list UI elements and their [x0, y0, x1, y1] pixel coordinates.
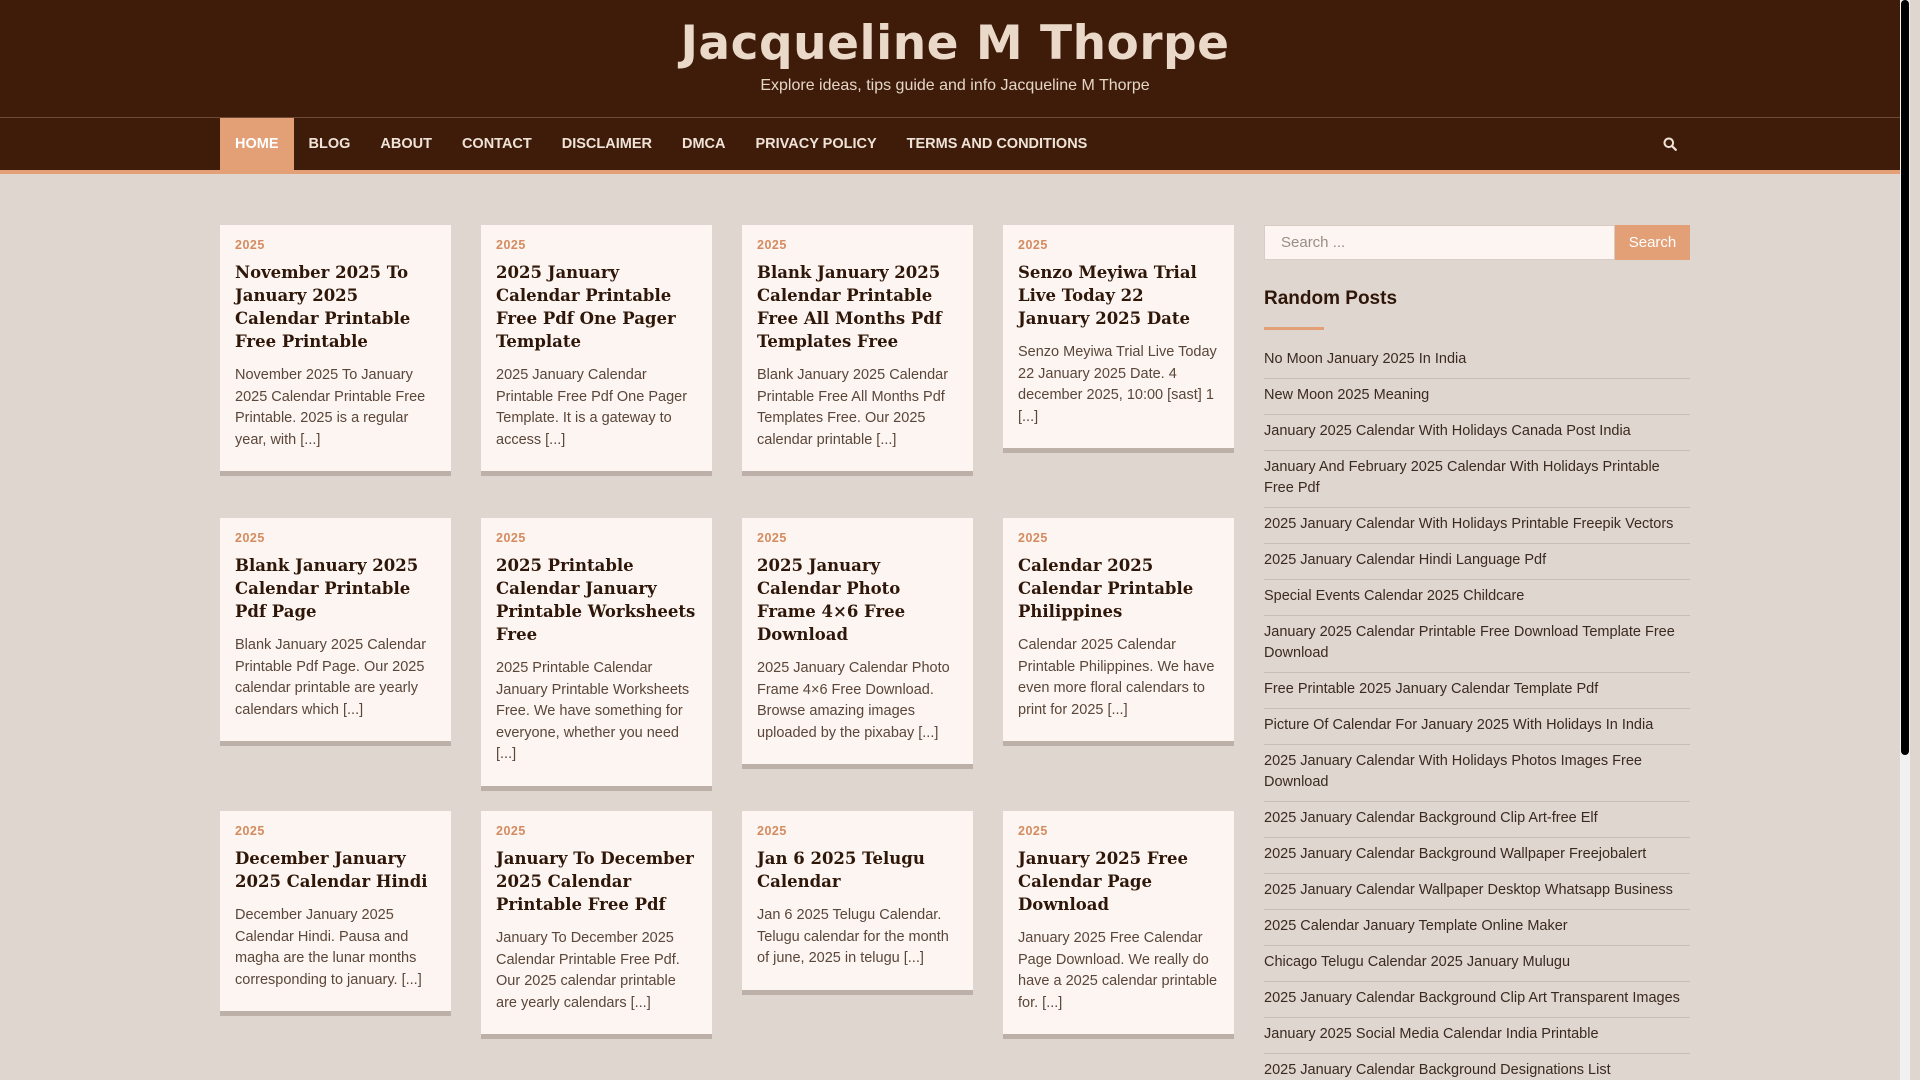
- random-post-link[interactable]: 2025 January Calendar With Holidays Phot…: [1264, 745, 1690, 802]
- random-post-link[interactable]: 2025 January Calendar Background Wallpap…: [1264, 838, 1690, 874]
- post-card: 2025 2025 January Calendar Printable Free…: [481, 225, 712, 476]
- post-title[interactable]: Senzo Meyiwa Trial Live Today 22 January…: [1018, 261, 1219, 330]
- random-post-link[interactable]: Picture Of Calendar For January 2025 Wit…: [1264, 709, 1690, 745]
- random-post-link[interactable]: 2025 January Calendar Background Designa…: [1264, 1054, 1690, 1080]
- random-post-link[interactable]: 2025 January Calendar With Holidays Prin…: [1264, 508, 1690, 544]
- post-excerpt: January 2025 Free Calendar Page Download…: [1018, 930, 1218, 1011]
- random-post-link[interactable]: January And February 2025 Calendar With …: [1264, 451, 1690, 508]
- post-excerpt: Senzo Meyiwa Trial Live Today 22 January…: [1018, 344, 1217, 425]
- post-category[interactable]: 2025: [496, 531, 697, 545]
- random-posts-list: No Moon January 2025 In India New Moon 20…: [1264, 343, 1690, 1080]
- random-post-link[interactable]: 2025 January Calendar Background Clip Ar…: [1264, 802, 1690, 838]
- post-title[interactable]: Blank January 2025 Calendar Printable Fr…: [757, 261, 958, 353]
- scrollbar-thumb[interactable]: [1901, 0, 1909, 755]
- site-title[interactable]: Jacqueline M Thorpe: [0, 0, 1910, 71]
- post-card: 2025 Calendar 2025 Calendar Printable Phi…: [1003, 518, 1234, 746]
- random-post-link[interactable]: New Moon 2025 Meaning: [1264, 379, 1690, 415]
- post-card: 2025 Jan 6 2025 Telugu Calendar Jan 6 2025…: [742, 811, 973, 995]
- random-post-link[interactable]: No Moon January 2025 In India: [1264, 343, 1690, 379]
- post-category[interactable]: 2025: [1018, 238, 1219, 252]
- post-category[interactable]: 2025: [496, 824, 697, 838]
- post-excerpt: Blank January 2025 Calendar Printable Pd…: [235, 637, 427, 718]
- post-title[interactable]: Calendar 2025 Calendar Printable Philipp…: [1018, 554, 1219, 623]
- random-post-link[interactable]: 2025 January Calendar Wallpaper Desktop …: [1264, 874, 1690, 910]
- random-post-link[interactable]: 2025 January Calendar Hindi Language Pdf: [1264, 544, 1690, 580]
- post-category[interactable]: 2025: [1018, 824, 1219, 838]
- nav-item-privacy-policy[interactable]: PRIVACY POLICY: [741, 118, 892, 170]
- random-post-link[interactable]: January 2025 Calendar With Holidays Cana…: [1264, 415, 1690, 451]
- post-title[interactable]: 2025 January Calendar Printable Free Pdf…: [496, 261, 697, 353]
- sidebar-search-input[interactable]: [1264, 225, 1615, 260]
- main-nav: HOME BLOG ABOUT CONTACT DISCLAIMER DMCA PRIVAC…: [0, 118, 1910, 174]
- post-title[interactable]: Jan 6 2025 Telugu Calendar: [757, 847, 958, 893]
- post-category[interactable]: 2025: [235, 238, 436, 252]
- post-card: 2025 November 2025 To January 2025 Calend…: [220, 225, 451, 476]
- search-icon: [1663, 137, 1677, 151]
- nav-search-button[interactable]: [1650, 118, 1690, 170]
- nav-item-dmca[interactable]: DMCA: [667, 118, 741, 170]
- random-post-link[interactable]: January 2025 Social Media Calendar India…: [1264, 1018, 1690, 1054]
- post-card: 2025 December January 2025 Calendar Hindi…: [220, 811, 451, 1016]
- site-tagline: Explore ideas, tips guide and info Jacqu…: [760, 77, 1150, 94]
- post-excerpt: 2025 January Calendar Printable Free Pdf…: [496, 367, 688, 448]
- post-title[interactable]: January To December 2025 Calendar Printa…: [496, 847, 697, 916]
- post-excerpt: November 2025 To January 2025 Calendar P…: [235, 367, 426, 448]
- post-card: 2025 January To December 2025 Calendar Pr…: [481, 811, 712, 1039]
- post-excerpt: December January 2025 Calendar Hindi. Pa…: [235, 907, 422, 988]
- post-excerpt: 2025 January Calendar Photo Frame 4×6 Fr…: [757, 660, 950, 741]
- site-header: Jacqueline M Thorpe Explore ideas, tips …: [0, 0, 1910, 118]
- sidebar: Search Random Posts No Moon January 2025…: [1264, 225, 1690, 1080]
- random-post-link[interactable]: 2025 January Calendar Background Clip Ar…: [1264, 982, 1690, 1018]
- random-post-link[interactable]: Special Events Calendar 2025 Childcare: [1264, 580, 1690, 616]
- post-excerpt: Blank January 2025 Calendar Printable Fr…: [757, 367, 949, 448]
- post-category[interactable]: 2025: [235, 824, 436, 838]
- post-card: 2025 Blank January 2025 Calendar Printabl…: [220, 518, 451, 746]
- post-category[interactable]: 2025: [235, 531, 436, 545]
- post-card: 2025 2025 Printable Calendar January Prin…: [481, 518, 712, 791]
- random-post-link[interactable]: 2025 Calendar January Template Online Ma…: [1264, 910, 1690, 946]
- page-scrollbar[interactable]: [1900, 0, 1910, 1080]
- post-title[interactable]: January 2025 Free Calendar Page Download: [1018, 847, 1219, 916]
- widget-title-underline: [1264, 327, 1324, 330]
- nav-menu: HOME BLOG ABOUT CONTACT DISCLAIMER DMCA PRIVAC…: [220, 118, 1690, 170]
- post-category[interactable]: 2025: [757, 824, 958, 838]
- random-post-link[interactable]: Free Printable 2025 January Calendar Tem…: [1264, 673, 1690, 709]
- post-category[interactable]: 2025: [496, 238, 697, 252]
- nav-item-home[interactable]: HOME: [220, 118, 294, 170]
- post-category[interactable]: 2025: [1018, 531, 1219, 545]
- post-excerpt: 2025 Printable Calendar January Printabl…: [496, 660, 690, 762]
- nav-item-blog[interactable]: BLOG: [294, 118, 366, 170]
- page: Jacqueline M Thorpe Explore ideas, tips …: [0, 0, 1910, 1080]
- post-title[interactable]: November 2025 To January 2025 Calendar P…: [235, 261, 436, 353]
- nav-item-about[interactable]: ABOUT: [365, 118, 447, 170]
- post-category[interactable]: 2025: [757, 531, 958, 545]
- random-post-link[interactable]: January 2025 Calendar Printable Free Dow…: [1264, 616, 1690, 673]
- post-card: 2025 Blank January 2025 Calendar Printabl…: [742, 225, 973, 476]
- post-title[interactable]: 2025 January Calendar Photo Frame 4×6 Fr…: [757, 554, 958, 646]
- post-category[interactable]: 2025: [757, 238, 958, 252]
- nav-item-terms-and-conditions[interactable]: TERMS AND CONDITIONS: [892, 118, 1103, 170]
- post-title[interactable]: 2025 Printable Calendar January Printabl…: [496, 554, 697, 646]
- random-posts-title: Random Posts: [1264, 288, 1398, 309]
- nav-item-contact[interactable]: CONTACT: [447, 118, 547, 170]
- post-excerpt: Jan 6 2025 Telugu Calendar. Telugu calen…: [757, 907, 949, 966]
- post-excerpt: January To December 2025 Calendar Printa…: [496, 930, 680, 1011]
- post-card: 2025 January 2025 Free Calendar Page Down…: [1003, 811, 1234, 1039]
- post-title[interactable]: Blank January 2025 Calendar Printable Pd…: [235, 554, 436, 623]
- post-card: 2025 2025 January Calendar Photo Frame 4×…: [742, 518, 973, 769]
- sidebar-search-button[interactable]: Search: [1615, 225, 1690, 260]
- random-post-link[interactable]: Chicago Telugu Calendar 2025 January Mul…: [1264, 946, 1690, 982]
- nav-item-disclaimer[interactable]: DISCLAIMER: [547, 118, 667, 170]
- post-excerpt: Calendar 2025 Calendar Printable Philipp…: [1018, 637, 1215, 718]
- post-card: 2025 Senzo Meyiwa Trial Live Today 22 Jan…: [1003, 225, 1234, 453]
- sidebar-search-form: Search: [1264, 225, 1690, 260]
- post-title[interactable]: December January 2025 Calendar Hindi: [235, 847, 436, 893]
